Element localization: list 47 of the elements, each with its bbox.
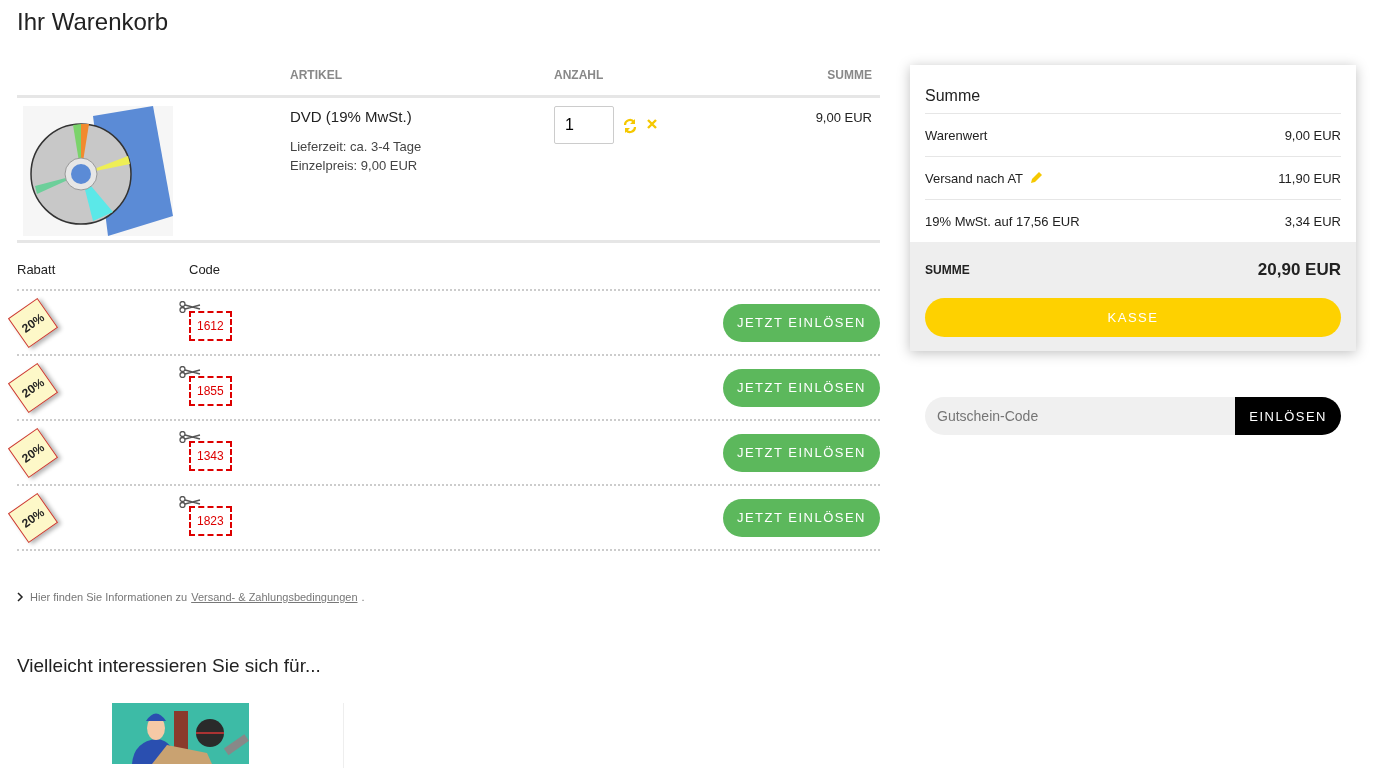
summary-label: Versand nach AT <box>925 170 1024 186</box>
summary-label: Warenwert <box>925 127 988 143</box>
redeem-button[interactable]: JETZT EINLÖSEN <box>722 433 880 472</box>
checkout-button[interactable]: KASSE <box>925 298 1341 337</box>
column-header: Code <box>189 261 221 277</box>
info-text-end: . <box>361 591 365 603</box>
coupon-code: 1855 <box>189 375 232 406</box>
redeem-button[interactable]: JETZT EINLÖSEN <box>722 498 880 537</box>
quantity-field[interactable]: 1 <box>554 106 614 144</box>
column-header: SUMME <box>826 68 873 82</box>
coupon-code: 1343 <box>189 440 232 471</box>
column-header: ARTIKEL <box>290 68 343 82</box>
line-total: 9,00 EUR <box>814 109 873 127</box>
coupon-code: 1612 <box>189 310 232 341</box>
scissors-icon <box>179 495 201 508</box>
scissors-icon <box>179 430 201 443</box>
pencil-icon[interactable] <box>1029 171 1044 185</box>
shipping-terms-link[interactable]: Versand- & Zahlungsbedingungen <box>191 591 358 603</box>
redeem-button[interactable]: JETZT EINLÖSEN <box>722 368 880 407</box>
discount-badge: 20% <box>7 427 59 478</box>
product-detail: Lieferzeit: ca. 3-4 Tage <box>290 138 423 156</box>
column-header: ANZAHL <box>554 68 605 82</box>
summary-value: 11,90 EUR <box>1278 170 1341 186</box>
summary-value: 3,34 EUR <box>1284 213 1341 229</box>
voucher-field[interactable]: Gutschein-Code <box>925 397 1236 435</box>
discount-badge: 20% <box>7 492 59 543</box>
page-title: Ihr Warenkorb <box>17 7 170 37</box>
total-value: 20,90 EUR <box>1257 260 1341 280</box>
redeem-button[interactable]: JETZT EINLÖSEN <box>722 303 880 342</box>
scissors-icon <box>179 365 201 378</box>
summary-value: 9,00 EUR <box>1284 127 1341 143</box>
section-title: Vielleicht interessieren Sie sich für... <box>17 655 322 677</box>
total-label: SUMME <box>925 263 970 277</box>
column-header: Rabatt <box>17 261 57 277</box>
discount-badge: 20% <box>7 297 59 348</box>
refresh-icon[interactable] <box>622 118 638 134</box>
remove-icon[interactable] <box>646 118 658 130</box>
product-detail: Einzelpreis: 9,00 EUR <box>290 157 419 175</box>
scissors-icon <box>179 300 201 313</box>
coupon-code: 1823 <box>189 505 232 536</box>
redeem-voucher-button[interactable]: EINLÖSEN <box>1235 397 1341 435</box>
product-name[interactable]: DVD (19% MwSt.) <box>290 108 554 125</box>
discount-badge: 20% <box>7 362 59 413</box>
summary-title: Summe <box>925 79 1341 114</box>
info-text: Hier finden Sie Informationen zu <box>30 591 188 603</box>
summary-label: 19% MwSt. auf 17,56 EUR <box>925 213 1080 229</box>
chevron-icon <box>17 592 24 602</box>
